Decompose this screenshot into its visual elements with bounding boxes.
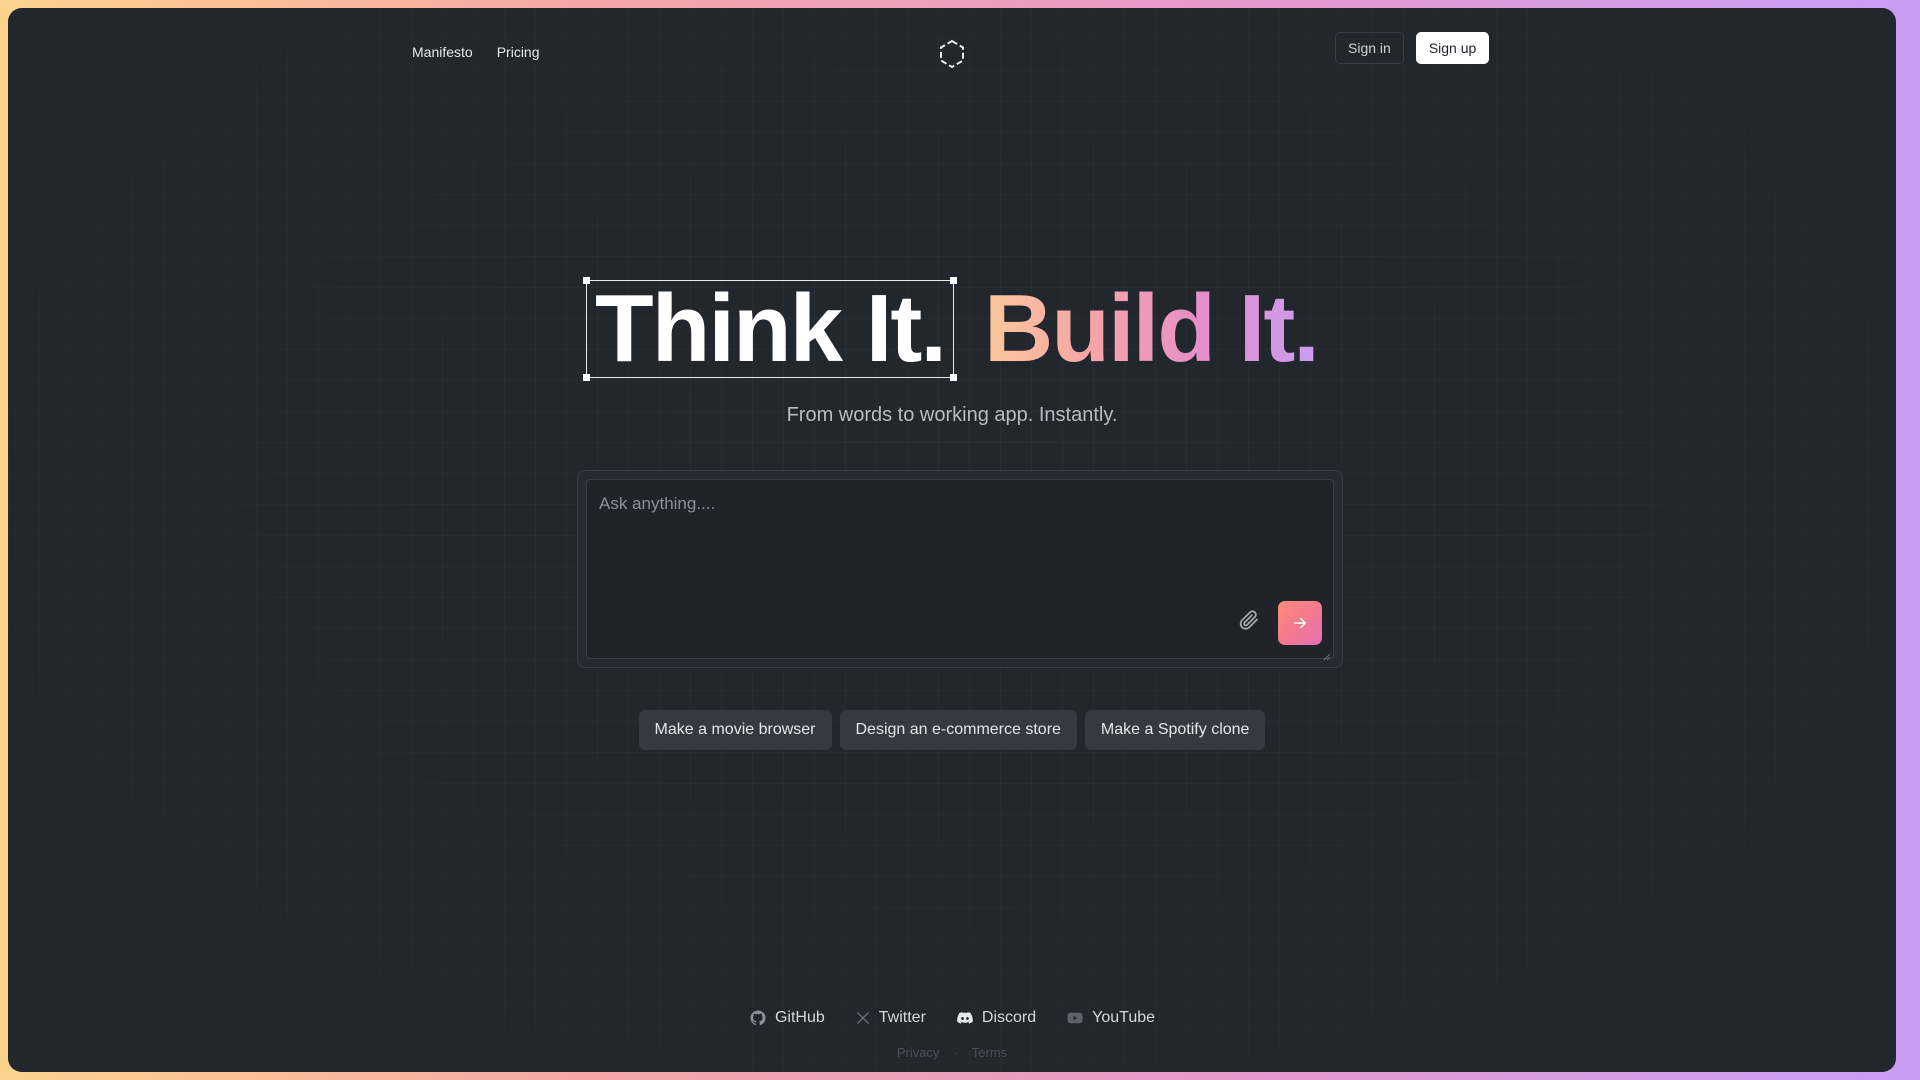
suggestion-ecommerce-store[interactable]: Design an e-commerce store — [839, 710, 1077, 750]
separator: · — [953, 1045, 958, 1060]
footer-link-label: Discord — [981, 1009, 1037, 1026]
footer-link-discord[interactable]: Discord — [956, 1009, 1036, 1027]
suggestion-movie-browser[interactable]: Make a movie browser — [638, 710, 832, 750]
x-icon — [856, 1012, 869, 1024]
arrow-right-icon — [1294, 617, 1306, 629]
auth-buttons: Sign in Sign up — [1335, 32, 1490, 64]
resize-handle — [583, 374, 591, 381]
sign-in-button[interactable]: Sign in — [1335, 32, 1404, 64]
terms-link[interactable]: Terms — [972, 1045, 1007, 1060]
footer-link-twitter[interactable]: Twitter — [855, 1009, 926, 1027]
paperclip-icon[interactable] — [1237, 608, 1261, 632]
footer-link-youtube[interactable]: YouTube — [1066, 1009, 1155, 1027]
resize-grip-icon[interactable] — [1323, 648, 1331, 661]
top-nav: Manifesto Pricing — [412, 44, 540, 60]
prompt-container — [577, 470, 1343, 668]
nav-link-pricing[interactable]: Pricing — [497, 44, 540, 60]
footer-link-label: Twitter — [878, 1009, 926, 1026]
nav-link-manifesto[interactable]: Manifesto — [412, 44, 473, 60]
resize-handle — [950, 277, 958, 284]
footer-social-links: GitHub Twitter Discord YouTube — [8, 1009, 1896, 1027]
send-button[interactable] — [1278, 601, 1322, 645]
footer-link-label: YouTube — [1092, 1009, 1156, 1026]
discord-icon — [957, 1012, 973, 1024]
github-icon — [750, 1010, 766, 1026]
footer-link-label: GitHub — [774, 1009, 825, 1026]
sign-up-button[interactable]: Sign up — [1415, 32, 1490, 64]
suggestion-chips: Make a movie browser Design an e-commerc… — [8, 710, 1896, 750]
resize-handle — [583, 277, 591, 284]
hero-subtitle: From words to working app. Instantly. — [786, 404, 1118, 426]
suggestion-spotify-clone[interactable]: Make a Spotify clone — [1084, 710, 1266, 750]
app-frame: Manifesto Pricing Sign in Sign up Think … — [8, 8, 1896, 1072]
selection-box: Think It. — [583, 275, 958, 382]
hero-headline: Think It. Build It. — [8, 275, 1896, 382]
youtube-icon — [1067, 1012, 1083, 1024]
footer-link-github[interactable]: GitHub — [749, 1009, 825, 1027]
privacy-link[interactable]: Privacy — [897, 1045, 940, 1060]
hexagon-logo-icon[interactable] — [936, 38, 968, 70]
headline-think: Think It. — [595, 275, 947, 382]
headline-build: Build It. — [984, 275, 1320, 382]
prompt-input[interactable] — [587, 480, 1333, 658]
prompt-box — [586, 479, 1334, 661]
footer-legal: Privacy · Terms — [8, 1045, 1896, 1060]
resize-handle — [950, 374, 958, 381]
